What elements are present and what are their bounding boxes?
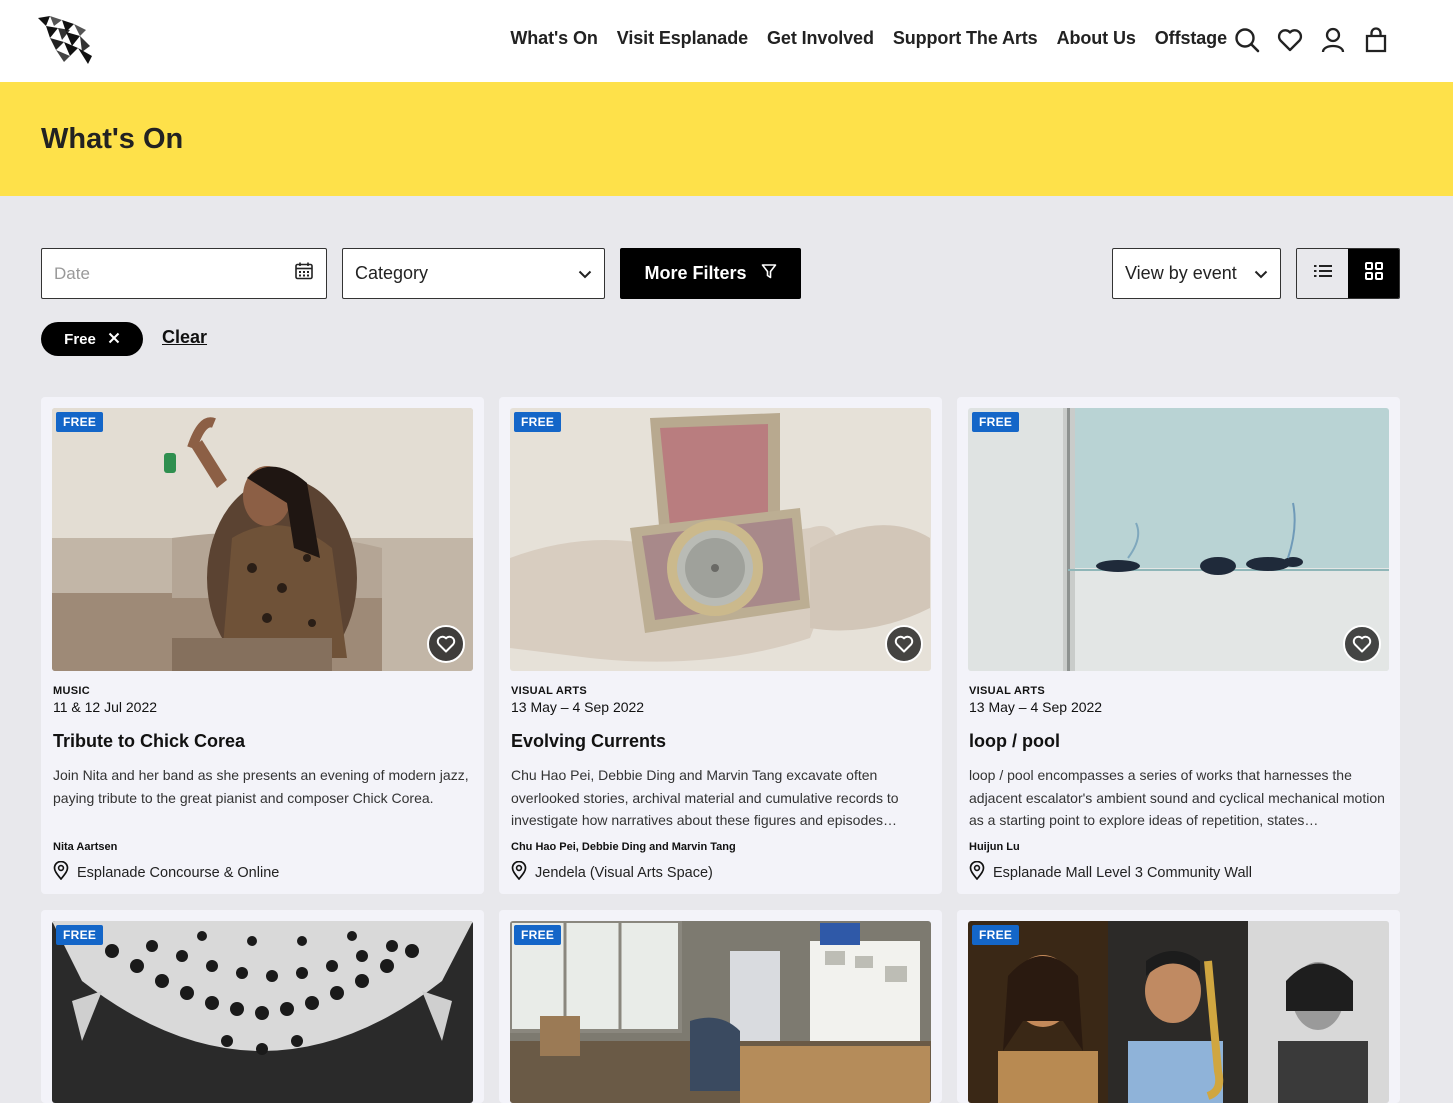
event-card[interactable]: FREE	[957, 910, 1400, 1103]
view-by-label: View by event	[1125, 263, 1237, 283]
event-card[interactable]: FREE MUSIC 11 & 12 Jul 2022 Tribute to C…	[41, 397, 484, 894]
nav-about-us[interactable]: About Us	[1057, 28, 1136, 49]
event-category: MUSIC	[53, 685, 90, 697]
view-toggle	[1296, 248, 1400, 299]
event-title[interactable]: Evolving Currents	[511, 731, 666, 752]
free-badge: FREE	[972, 925, 1020, 945]
list-view-button[interactable]	[1297, 249, 1348, 298]
location-pin-icon	[53, 860, 69, 884]
event-image[interactable]: FREE	[510, 408, 931, 671]
event-artist: Nita Aartsen	[53, 841, 118, 853]
page-banner: What's On	[0, 82, 1453, 196]
nav-support-the-arts[interactable]: Support The Arts	[893, 28, 1038, 49]
event-category: VISUAL ARTS	[969, 685, 1046, 697]
event-title[interactable]: loop / pool	[969, 731, 1060, 752]
venue-label: Esplanade Concourse & Online	[77, 864, 280, 881]
free-badge: FREE	[514, 412, 562, 432]
chevron-down-icon	[1254, 263, 1268, 284]
more-filters-label: More Filters	[644, 263, 747, 283]
event-image[interactable]: FREE	[968, 408, 1389, 671]
chip-label: Free	[64, 330, 96, 348]
event-card[interactable]: FREE VISUAL ARTS 13 May – 4 Sep 2022 Evo…	[499, 397, 942, 894]
category-label: Category	[355, 263, 429, 283]
event-description: loop / pool encompasses a series of work…	[969, 767, 1385, 828]
esplanade-logo[interactable]	[36, 14, 98, 66]
free-filter-chip[interactable]: Free	[41, 322, 143, 356]
event-description: Chu Hao Pei, Debbie Ding and Marvin Tang…	[511, 767, 899, 828]
event-artist: Huijun Lu	[969, 841, 1020, 853]
favorite-button[interactable]	[885, 625, 923, 663]
location-pin-icon	[969, 860, 985, 884]
grid-icon	[1364, 261, 1384, 286]
calendar-icon	[294, 261, 314, 286]
grid-view-button[interactable]	[1348, 249, 1399, 298]
header-icons	[1234, 26, 1389, 54]
date-field[interactable]: Date	[41, 248, 327, 299]
event-image[interactable]: FREE	[52, 408, 473, 671]
event-description: Join Nita and her band as she presents a…	[53, 767, 469, 806]
event-card[interactable]: FREE	[499, 910, 942, 1103]
nav-whats-on[interactable]: What's On	[510, 28, 597, 49]
event-venue: Jendela (Visual Arts Space)	[511, 860, 713, 884]
list-icon	[1313, 263, 1333, 284]
nav-visit-esplanade[interactable]: Visit Esplanade	[617, 28, 748, 49]
page-title: What's On	[41, 123, 184, 155]
favorite-button[interactable]	[1343, 625, 1381, 663]
venue-label: Esplanade Mall Level 3 Community Wall	[993, 864, 1252, 881]
chevron-down-icon	[578, 263, 592, 284]
close-icon[interactable]	[108, 331, 120, 348]
event-date: 13 May – 4 Sep 2022	[511, 699, 645, 715]
event-image[interactable]: FREE	[510, 921, 931, 1103]
event-card[interactable]: FREE VISUAL ARTS 13 May – 4 Sep 2022 loo…	[957, 397, 1400, 894]
date-placeholder: Date	[54, 263, 90, 283]
event-image[interactable]: FREE	[968, 921, 1389, 1103]
search-icon[interactable]	[1234, 26, 1260, 54]
site-header: What's On Visit Esplanade Get Involved S…	[0, 0, 1453, 82]
event-category: VISUAL ARTS	[511, 685, 588, 697]
event-venue: Esplanade Mall Level 3 Community Wall	[969, 860, 1252, 884]
heart-icon[interactable]	[1277, 26, 1303, 54]
event-date: 11 & 12 Jul 2022	[53, 699, 158, 715]
user-icon[interactable]	[1320, 26, 1346, 54]
category-select[interactable]: Category	[342, 248, 605, 299]
more-filters-button[interactable]: More Filters	[620, 248, 801, 299]
event-card[interactable]: FREE	[41, 910, 484, 1103]
free-badge: FREE	[514, 925, 562, 945]
nav-get-involved[interactable]: Get Involved	[767, 28, 874, 49]
location-pin-icon	[511, 860, 527, 884]
event-date: 13 May – 4 Sep 2022	[969, 699, 1103, 715]
free-badge: FREE	[972, 412, 1020, 432]
filter-icon	[761, 263, 777, 284]
venue-label: Jendela (Visual Arts Space)	[535, 864, 713, 881]
main-nav: What's On Visit Esplanade Get Involved S…	[510, 28, 1227, 49]
event-venue: Esplanade Concourse & Online	[53, 860, 280, 884]
nav-offstage[interactable]: Offstage	[1155, 28, 1227, 49]
free-badge: FREE	[56, 925, 104, 945]
clear-filters-link[interactable]: Clear	[162, 327, 207, 348]
free-badge: FREE	[56, 412, 104, 432]
event-artist: Chu Hao Pei, Debbie Ding and Marvin Tang	[511, 841, 736, 853]
event-title[interactable]: Tribute to Chick Corea	[53, 731, 245, 752]
bag-icon[interactable]	[1363, 26, 1389, 54]
favorite-button[interactable]	[427, 625, 465, 663]
event-image[interactable]: FREE	[52, 921, 473, 1103]
view-by-select[interactable]: View by event	[1112, 248, 1281, 299]
